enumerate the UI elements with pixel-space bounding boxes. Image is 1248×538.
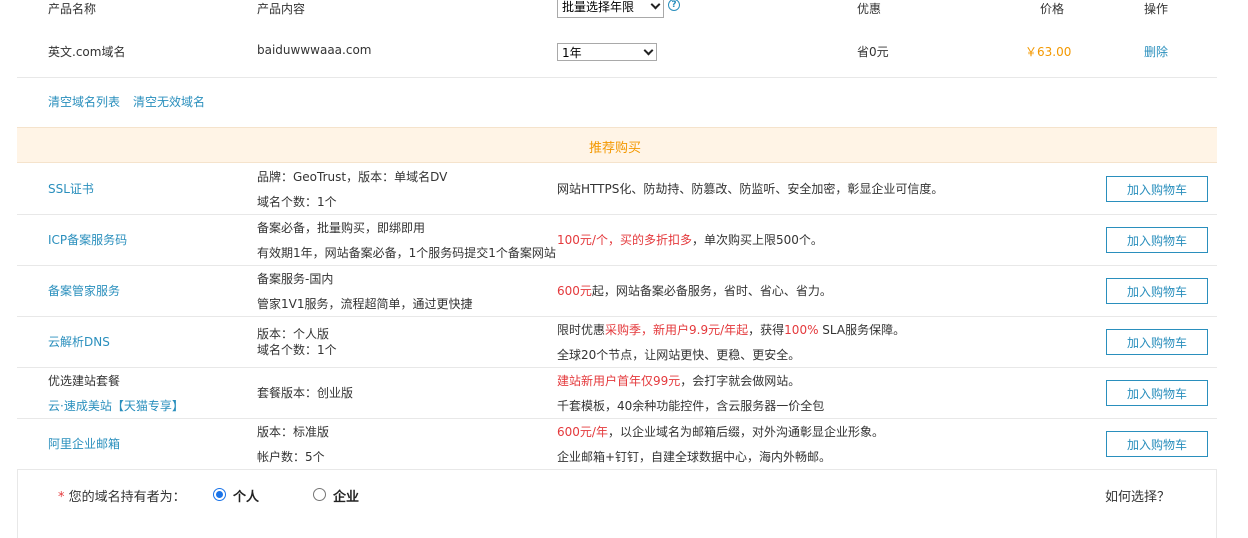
site-desc-line2: 千套模板，40余种功能控件，含云服务器一价全包 <box>557 399 825 413</box>
recommend-item-site-builder[interactable]: 云·速成美站【天猫专享】 <box>48 397 184 414</box>
site-desc-rest: ，会打字就会做网站。 <box>680 374 801 388</box>
add-to-cart-button-ssl[interactable]: 加入购物车 <box>1106 176 1208 202</box>
add-to-cart-button-icp[interactable]: 加入购物车 <box>1106 227 1208 253</box>
recommend-item-icp[interactable]: ICP备案服务码 <box>48 231 127 248</box>
help-icon[interactable]: ? <box>668 0 680 11</box>
mail-desc-highlight: 600元/年 <box>557 425 608 439</box>
owner-enterprise-radio[interactable] <box>313 488 326 501</box>
mail-desc-line1: 600元/年，以企业域名为邮箱后缀，对外沟通彰显企业形象。 <box>557 423 884 440</box>
add-to-cart-button-site[interactable]: 加入购物车 <box>1106 380 1208 406</box>
ssl-content-line1: 品牌：GeoTrust，版本：单域名DV <box>257 170 448 184</box>
header-price: 价格 <box>1040 2 1065 16</box>
recommend-title: 推荐购买 <box>589 141 642 156</box>
steward-content-line1: 备案服务-国内 <box>257 272 334 286</box>
delete-link[interactable]: 删除 <box>1144 43 1168 60</box>
recommend-item-filing-steward[interactable]: 备案管家服务 <box>48 282 120 299</box>
steward-desc-rest: 起，网站备案必备服务，省时、省心、省力。 <box>591 284 832 298</box>
header-product-content: 产品内容 <box>257 2 306 16</box>
recommend-item-ssl[interactable]: SSL证书 <box>48 180 94 197</box>
icp-desc-highlight: 100元/个，买的多折扣多 <box>557 233 692 247</box>
site-desc-highlight: 建站新用户首年仅99元 <box>557 374 681 388</box>
site-package-title: 优选建站套餐 <box>48 374 121 388</box>
add-to-cart-button-steward[interactable]: 加入购物车 <box>1106 278 1208 304</box>
owner-personal-label[interactable]: 个人 <box>233 486 259 505</box>
chevron-down-icon <box>650 0 661 9</box>
steward-desc: 600元起，网站备案必备服务，省时、省心、省力。 <box>557 282 832 299</box>
header-product-name: 产品名称 <box>48 2 97 16</box>
year-select[interactable]: 1年 <box>557 43 657 61</box>
dns-content-line1: 版本：个人版 <box>257 327 330 341</box>
owner-section <box>17 469 1217 538</box>
header-discount: 优惠 <box>857 2 882 16</box>
add-to-cart-button-dns[interactable]: 加入购物车 <box>1106 329 1208 355</box>
owner-enterprise-label[interactable]: 企业 <box>333 486 359 505</box>
chevron-down-icon <box>643 45 654 55</box>
cart-item-content: baiduwwwaaa.com <box>257 43 372 57</box>
ssl-content-line2: 域名个数：1个 <box>257 195 337 209</box>
divider <box>17 367 1217 368</box>
site-content-line1: 套餐版本：创业版 <box>257 386 354 400</box>
dns-desc-part: ，获得 <box>748 323 785 337</box>
divider <box>17 265 1217 266</box>
required-asterisk: * <box>58 490 65 505</box>
batch-year-select-label: 批量选择年限 <box>562 0 635 14</box>
clear-domain-list-link[interactable]: 清空域名列表 <box>48 93 120 110</box>
dns-desc-line2: 全球20个节点，让网站更快、更稳、更安全。 <box>557 348 801 362</box>
mail-desc-rest: ，以企业域名为邮箱后缀，对外沟通彰显企业形象。 <box>607 425 884 439</box>
dns-content-line2: 域名个数：1个 <box>257 343 337 357</box>
divider <box>17 214 1217 215</box>
steward-desc-highlight: 600元 <box>557 284 592 298</box>
divider <box>17 77 1217 78</box>
divider <box>17 316 1217 317</box>
icp-desc-rest: ，单次购买上限500个。 <box>691 233 823 247</box>
add-to-cart-button-mail[interactable]: 加入购物车 <box>1106 431 1208 457</box>
cart-item-name: 英文.com域名 <box>48 45 126 59</box>
icp-desc: 100元/个，买的多折扣多，单次购买上限500个。 <box>557 231 823 248</box>
batch-year-select[interactable]: 批量选择年限 <box>557 0 664 18</box>
dns-desc-highlight: 采购季，新用户9.9元/年起 <box>605 323 749 337</box>
dns-desc-part: SLA服务保障。 <box>818 323 906 337</box>
year-select-value: 1年 <box>562 45 582 60</box>
steward-content-line2: 管家1V1服务，流程超简单，通过更快捷 <box>257 297 473 311</box>
mail-desc-line2: 企业邮箱+钉钉，自建全球数据中心，海内外畅邮。 <box>557 450 832 464</box>
header-action: 操作 <box>1144 2 1169 16</box>
dns-desc-line1: 限时优惠采购季，新用户9.9元/年起，获得100% SLA服务保障。 <box>557 321 905 338</box>
divider <box>17 418 1217 419</box>
cart-item-discount: 省0元 <box>857 45 889 59</box>
dns-desc-part: 限时优惠 <box>557 323 606 337</box>
site-desc-line1: 建站新用户首年仅99元，会打字就会做网站。 <box>557 372 800 389</box>
mail-content-line2: 帐户数：5个 <box>257 450 325 464</box>
icp-content-line1: 备案必备，批量购买，即绑即用 <box>257 221 426 235</box>
cart-item-price: ￥63.00 <box>1025 45 1072 59</box>
clear-invalid-domains-link[interactable]: 清空无效域名 <box>133 93 205 110</box>
ssl-desc: 网站HTTPS化、防劫持、防篡改、防监听、安全加密，彰显企业可信度。 <box>557 182 944 196</box>
owner-personal-radio[interactable] <box>213 488 226 501</box>
recommend-item-enterprise-mail[interactable]: 阿里企业邮箱 <box>48 435 120 452</box>
recommend-item-dns[interactable]: 云解析DNS <box>48 333 110 350</box>
owner-label-text: 您的域名持有者为： <box>68 490 186 505</box>
icp-content-line2: 有效期1年，网站备案必备，1个服务码提交1个备案网站 <box>257 246 556 260</box>
dns-desc-highlight: 100% <box>784 323 819 337</box>
how-to-choose-link[interactable]: 如何选择？ <box>1105 486 1170 505</box>
mail-content-line1: 版本：标准版 <box>257 425 330 439</box>
owner-label: * 您的域名持有者为： <box>58 486 186 505</box>
